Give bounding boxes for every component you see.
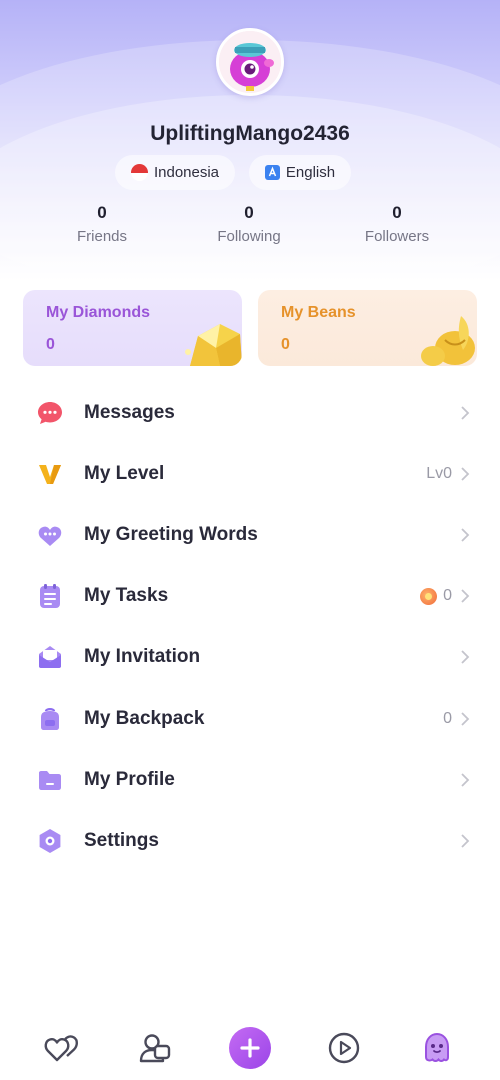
chevron-right-icon xyxy=(461,467,470,481)
chevron-right-icon xyxy=(461,589,470,603)
contacts-icon xyxy=(139,1034,171,1063)
menu-item-greeting-words[interactable]: My Greeting Words xyxy=(0,504,500,565)
bottom-tab-bar xyxy=(0,1010,500,1080)
menu-list: Messages My Level Lv0 My Greeting Words xyxy=(0,382,500,872)
followers-stat[interactable]: 0 Followers xyxy=(327,203,467,245)
followers-count: 0 xyxy=(392,203,402,222)
play-icon xyxy=(328,1032,360,1064)
chevron-right-icon xyxy=(461,773,470,787)
tab-play[interactable] xyxy=(324,1028,364,1068)
diamonds-title: My Diamonds xyxy=(46,304,151,321)
menu-item-label: My Profile xyxy=(84,768,175,790)
friends-label: Friends xyxy=(76,228,128,245)
level-value: Lv0 xyxy=(426,464,452,482)
menu-item-label: Messages xyxy=(84,401,175,423)
tab-me[interactable] xyxy=(417,1028,457,1068)
menu-item-label: My Level xyxy=(84,462,165,484)
invitation-envelope-icon xyxy=(39,646,61,669)
hearts-icon xyxy=(44,1035,79,1062)
menu-item-label: My Tasks xyxy=(84,585,169,607)
profile-folder-icon xyxy=(39,770,61,790)
menu-item-right xyxy=(452,772,470,788)
task-coin-icon xyxy=(420,587,438,605)
friends-stat[interactable]: 0 Friends xyxy=(32,203,172,245)
avatar[interactable] xyxy=(216,28,284,96)
tab-contacts[interactable] xyxy=(135,1028,175,1068)
country-chip[interactable]: Indonesia xyxy=(115,155,235,190)
menu-item-right xyxy=(452,833,470,849)
language-chip[interactable]: English xyxy=(249,155,351,190)
menu-item-label: Settings xyxy=(84,829,159,851)
bean-icon xyxy=(421,316,475,366)
menu-item-my-profile[interactable]: My Profile xyxy=(0,749,500,810)
chevron-right-icon xyxy=(461,711,470,726)
menu-item-settings[interactable]: Settings xyxy=(0,810,500,871)
menu-item-right xyxy=(452,527,470,543)
tasks-count: 0 xyxy=(443,587,452,605)
chevron-right-icon xyxy=(461,528,470,542)
diamonds-value: 0 xyxy=(46,336,55,353)
my-beans-card[interactable]: My Beans 0 xyxy=(258,290,477,366)
beans-value: 0 xyxy=(281,336,290,353)
tab-hearts[interactable] xyxy=(42,1028,82,1068)
menu-item-right: 0 xyxy=(420,587,470,605)
menu-item-right xyxy=(452,405,470,421)
following-stat[interactable]: 0 Following xyxy=(179,203,319,245)
indonesia-flag-icon xyxy=(130,164,148,181)
language-icon xyxy=(264,165,280,180)
ghost-profile-icon xyxy=(425,1032,449,1062)
menu-item-messages[interactable]: Messages xyxy=(0,382,500,443)
menu-item-my-invitation[interactable]: My Invitation xyxy=(0,627,500,688)
backpack-icon xyxy=(41,707,59,730)
menu-item-my-tasks[interactable]: My Tasks 0 xyxy=(0,566,500,627)
chevron-right-icon xyxy=(461,650,470,664)
my-diamonds-card[interactable]: My Diamonds 0 xyxy=(23,290,242,366)
tasks-notepad-icon xyxy=(40,584,60,609)
language-label: English xyxy=(285,164,336,181)
chevron-right-icon xyxy=(461,834,470,848)
menu-item-my-level[interactable]: My Level Lv0 xyxy=(0,443,500,504)
message-bubble-icon xyxy=(38,401,62,424)
create-button[interactable] xyxy=(229,1027,271,1069)
v-level-icon xyxy=(39,464,61,484)
avatar-character-icon xyxy=(219,31,281,93)
following-label: Following xyxy=(217,228,281,245)
menu-item-right xyxy=(452,649,470,665)
diamond-gem-icon xyxy=(185,324,242,366)
chevron-right-icon xyxy=(461,405,470,420)
username: UpliftingMango2436 xyxy=(150,122,350,145)
beans-title: My Beans xyxy=(281,304,356,321)
menu-item-right: 0 xyxy=(443,710,470,728)
followers-label: Followers xyxy=(364,228,430,245)
menu-item-label: My Greeting Words xyxy=(84,523,258,545)
settings-hexagon-icon xyxy=(39,828,61,853)
country-label: Indonesia xyxy=(153,164,220,181)
backpack-count: 0 xyxy=(443,709,452,727)
plus-icon xyxy=(240,1038,260,1058)
friends-count: 0 xyxy=(97,203,107,222)
menu-item-right: Lv0 xyxy=(426,465,470,483)
following-count: 0 xyxy=(244,203,254,222)
greeting-heart-icon xyxy=(38,526,62,546)
menu-item-my-backpack[interactable]: My Backpack 0 xyxy=(0,688,500,749)
menu-item-label: My Invitation xyxy=(84,646,201,668)
menu-item-label: My Backpack xyxy=(84,707,205,729)
